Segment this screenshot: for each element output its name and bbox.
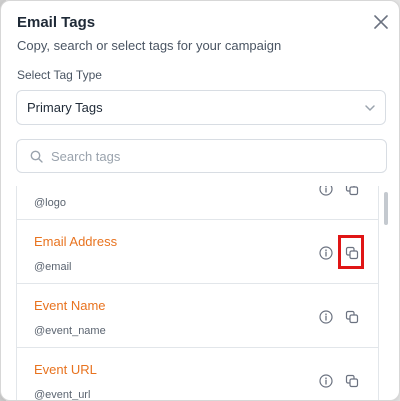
tag-type-select[interactable]: Primary Tags: [16, 90, 386, 125]
modal-title: Email Tags: [17, 14, 96, 31]
copy-icon[interactable]: [345, 246, 359, 260]
tag-name: Event URL: [34, 362, 97, 377]
copy-icon[interactable]: [345, 186, 359, 196]
tag-name: Event Name: [34, 298, 106, 313]
list-item: Event Name @event_name: [17, 284, 378, 348]
info-icon[interactable]: [319, 374, 333, 388]
tag-name: Email Address: [34, 234, 118, 249]
info-icon[interactable]: [319, 310, 333, 324]
list-item: Event URL @event_url: [17, 348, 378, 400]
tag-type-value: Primary Tags: [27, 100, 103, 115]
info-icon[interactable]: [319, 186, 333, 196]
tag-code: @event_name: [34, 325, 106, 337]
modal-subtitle: Copy, search or select tags for your cam…: [17, 38, 282, 53]
chevron-down-icon: [363, 101, 377, 115]
search-input[interactable]: [51, 146, 371, 166]
tag-code: @email: [34, 261, 72, 273]
tag-list: @logo Email Address @email Event Name @e…: [16, 186, 379, 400]
copy-icon[interactable]: [345, 310, 359, 324]
tag-type-label: Select Tag Type: [17, 68, 102, 82]
copy-icon[interactable]: [345, 374, 359, 388]
scrollbar-thumb[interactable]: [384, 192, 388, 225]
list-item: Email Address @email: [17, 220, 378, 284]
close-icon[interactable]: [371, 12, 391, 32]
tag-code: @event_url: [34, 389, 91, 400]
search-box: [16, 139, 387, 173]
tag-code: @logo: [34, 197, 66, 209]
email-tags-modal: Email Tags Copy, search or select tags f…: [0, 0, 400, 401]
info-icon[interactable]: [319, 246, 333, 260]
list-item: @logo: [17, 186, 378, 220]
search-icon: [30, 150, 43, 163]
list-scrollbar[interactable]: [384, 187, 390, 400]
